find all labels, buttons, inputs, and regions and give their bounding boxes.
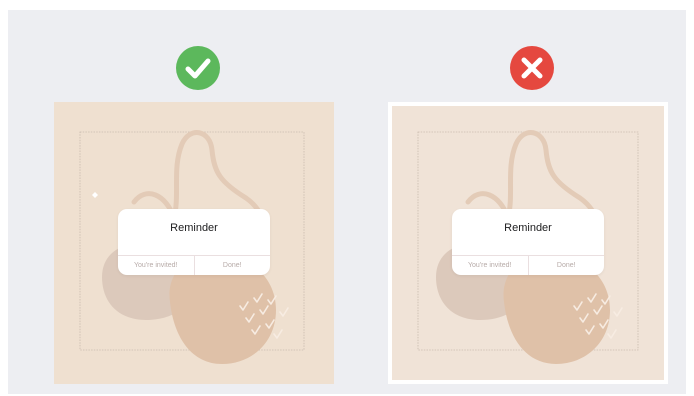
close-icon [521,57,543,79]
illustration: Reminder You're invited! Done! [392,106,664,380]
check-icon [185,58,211,79]
dialog-actions: You're invited! Done! [118,255,270,275]
done-button[interactable]: Done! [193,256,271,275]
comparison-board: Reminder You're invited! Done! Reminder … [8,10,686,394]
reminder-dialog: Reminder You're invited! Done! [118,209,270,275]
dialog-title: Reminder [170,222,218,234]
incorrect-badge [510,46,554,90]
done-button[interactable]: Done! [527,256,605,275]
invite-button[interactable]: You're invited! [118,256,194,275]
correct-example-panel: Reminder You're invited! Done! [54,102,334,384]
reminder-dialog: Reminder You're invited! Done! [452,209,604,275]
incorrect-example-panel: Reminder You're invited! Done! [388,102,668,384]
dialog-title: Reminder [504,222,552,234]
correct-badge [176,46,220,90]
dialog-actions: You're invited! Done! [452,255,604,275]
illustration: Reminder You're invited! Done! [54,102,334,384]
invite-button[interactable]: You're invited! [452,256,528,275]
